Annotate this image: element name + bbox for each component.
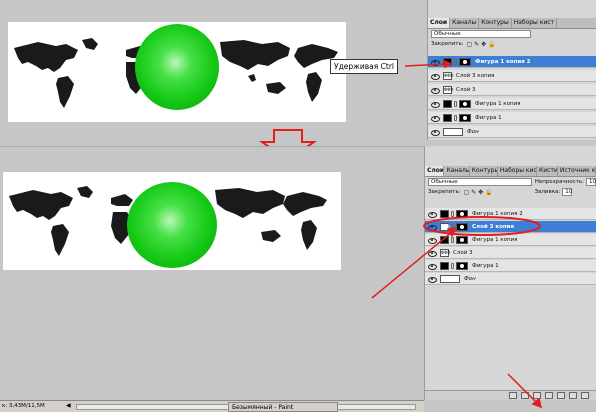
link-icon bbox=[451, 262, 454, 269]
tab-paths[interactable]: Контуры bbox=[470, 166, 498, 176]
layers-panel-footer bbox=[425, 390, 596, 400]
tab-clone-source[interactable]: Источник кл bbox=[558, 166, 596, 176]
layer-thumbnail: ΦΦΦ bbox=[440, 248, 451, 257]
top-blend-row: Обычные bbox=[428, 29, 596, 39]
taskbar-item[interactable]: Безымянный - Paint bbox=[228, 402, 338, 412]
lock-icons[interactable]: ▢ ✎ ✥ 🔒 bbox=[464, 189, 493, 196]
vector-mask-thumbnail bbox=[459, 99, 471, 108]
lock-icons[interactable]: ▢ ✎ ✥ 🔒 bbox=[467, 41, 496, 48]
bottom-blend-row: Обычные Непрозрачность: 10 bbox=[425, 177, 596, 187]
eye-icon[interactable] bbox=[431, 58, 440, 66]
eye-icon[interactable] bbox=[431, 128, 440, 136]
top-panel-tabs: Слои Каналы Контуры Наборы кист bbox=[428, 18, 596, 29]
tab-brush-sets[interactable]: Наборы кист bbox=[498, 166, 537, 176]
top-layers-list: Фигура 1 копия 2 ΦΦΦ Слой 3 копия ΦΦΦ Сл… bbox=[428, 52, 596, 138]
link-layers-button[interactable] bbox=[509, 392, 517, 399]
top-layer-row-5[interactable]: Фон bbox=[428, 126, 596, 138]
vector-mask-thumbnail bbox=[459, 57, 471, 66]
bottom-lock-label: Закрепить: bbox=[428, 189, 461, 195]
top-layer-row-0[interactable]: Фигура 1 копия 2 bbox=[428, 56, 596, 68]
layer-name: Фигура 1 копия bbox=[475, 100, 521, 107]
screenshot: Слои Каналы Контуры Наборы кист Обычные … bbox=[0, 0, 596, 412]
fill-label: Заливка: bbox=[534, 189, 561, 195]
link-icon bbox=[454, 58, 457, 65]
layer-name: Слой 3 bbox=[456, 86, 476, 93]
bottom-lock-row: Закрепить: ▢ ✎ ✥ 🔒 Заливка: 10 bbox=[425, 187, 596, 197]
status-bar: к: 3,43М/11,5М ◀ bbox=[0, 400, 424, 412]
top-lock-row: Закрепить: ▢ ✎ ✥ 🔒 bbox=[428, 39, 596, 49]
add-mask-button[interactable] bbox=[532, 392, 541, 399]
bottom-layer-row-3[interactable]: ΦΦΦ Слой 3 bbox=[425, 247, 596, 259]
top-layer-row-2[interactable]: ΦΦΦ Слой 3 bbox=[428, 84, 596, 96]
delete-layer-button[interactable] bbox=[580, 392, 589, 399]
top-layer-row-1[interactable]: ΦΦΦ Слой 3 копия bbox=[428, 70, 596, 82]
link-icon bbox=[454, 100, 457, 107]
tab-layers[interactable]: Слои bbox=[425, 166, 445, 176]
opacity-input[interactable]: 10 bbox=[586, 178, 596, 186]
vector-mask-thumbnail bbox=[459, 113, 471, 122]
layer-name: Фигура 1 bbox=[472, 262, 499, 269]
top-layers-panel: Слои Каналы Контуры Наборы кист Обычные … bbox=[427, 0, 596, 140]
tab-channels[interactable]: Каналы bbox=[444, 166, 470, 176]
green-sphere bbox=[135, 24, 219, 110]
layer-name: Слой 3 bbox=[453, 249, 473, 256]
scroll-left-icon[interactable]: ◀ bbox=[66, 402, 71, 409]
link-icon bbox=[454, 114, 457, 121]
top-lock-label: Закрепить: bbox=[431, 41, 464, 47]
eye-icon[interactable] bbox=[431, 72, 440, 80]
layer-thumbnail bbox=[440, 261, 449, 270]
layer-name: Слой 3 копия bbox=[456, 72, 495, 79]
top-blend-mode-select[interactable]: Обычные bbox=[431, 30, 531, 38]
tab-brushes[interactable]: Кисти bbox=[537, 166, 558, 176]
tab-brush-sets[interactable]: Наборы кист bbox=[512, 18, 558, 28]
green-sphere bbox=[127, 182, 217, 268]
top-canvas[interactable] bbox=[8, 22, 346, 122]
layer-name: Фон bbox=[467, 128, 479, 135]
eye-icon[interactable] bbox=[428, 262, 437, 270]
layer-thumbnail: ΦΦΦ bbox=[443, 85, 454, 94]
bottom-panel-tabs: Слои Каналы Контуры Наборы кист Кисти Ис… bbox=[425, 166, 596, 177]
eye-icon[interactable] bbox=[431, 114, 440, 122]
doc-size: к: 3,43М/11,5М bbox=[2, 403, 45, 409]
layer-thumbnail bbox=[440, 274, 460, 283]
fill-input[interactable]: 10 bbox=[562, 188, 573, 196]
bottom-canvas[interactable] bbox=[3, 172, 341, 270]
layer-thumbnail bbox=[443, 113, 452, 122]
tab-channels[interactable]: Каналы bbox=[450, 18, 480, 28]
vector-mask-thumbnail bbox=[456, 261, 468, 270]
top-layer-row-3[interactable]: Фигура 1 копия bbox=[428, 98, 596, 110]
top-layer-row-4[interactable]: Фигура 1 bbox=[428, 112, 596, 124]
layer-name: Фигура 1 bbox=[475, 114, 502, 121]
layer-name: Фигура 1 копия 2 bbox=[475, 58, 531, 65]
bottom-layer-row-4[interactable]: Фигура 1 bbox=[425, 260, 596, 272]
eye-icon[interactable] bbox=[428, 249, 437, 257]
taskbar-item-label: Безымянный - Paint bbox=[232, 404, 294, 411]
bottom-layer-row-5[interactable]: Фон bbox=[425, 273, 596, 285]
opacity-label: Непрозрачность: bbox=[534, 179, 584, 185]
layer-thumbnail: ΦΦΦ bbox=[443, 71, 454, 80]
eye-icon[interactable] bbox=[431, 100, 440, 108]
adjustment-layer-button[interactable] bbox=[544, 392, 553, 399]
hold-ctrl-callout: Удерживая Ctrl bbox=[330, 59, 399, 74]
tab-layers[interactable]: Слои bbox=[428, 18, 451, 28]
bottom-blend-mode-select[interactable]: Обычные bbox=[428, 178, 532, 186]
eye-icon[interactable] bbox=[431, 86, 440, 94]
layer-thumbnail bbox=[443, 99, 452, 108]
selection-ellipse bbox=[423, 216, 541, 236]
layer-name: Фон bbox=[464, 275, 476, 282]
layer-thumbnail bbox=[443, 57, 452, 66]
tab-paths[interactable]: Контуры bbox=[479, 18, 512, 28]
layer-thumbnail bbox=[443, 127, 463, 136]
layer-style-button[interactable] bbox=[520, 392, 529, 399]
bottom-layers-panel: Слои Каналы Контуры Наборы кист Кисти Ис… bbox=[424, 146, 596, 400]
eye-icon[interactable] bbox=[428, 275, 437, 283]
new-group-button[interactable] bbox=[556, 392, 565, 399]
new-layer-button[interactable] bbox=[568, 392, 577, 399]
